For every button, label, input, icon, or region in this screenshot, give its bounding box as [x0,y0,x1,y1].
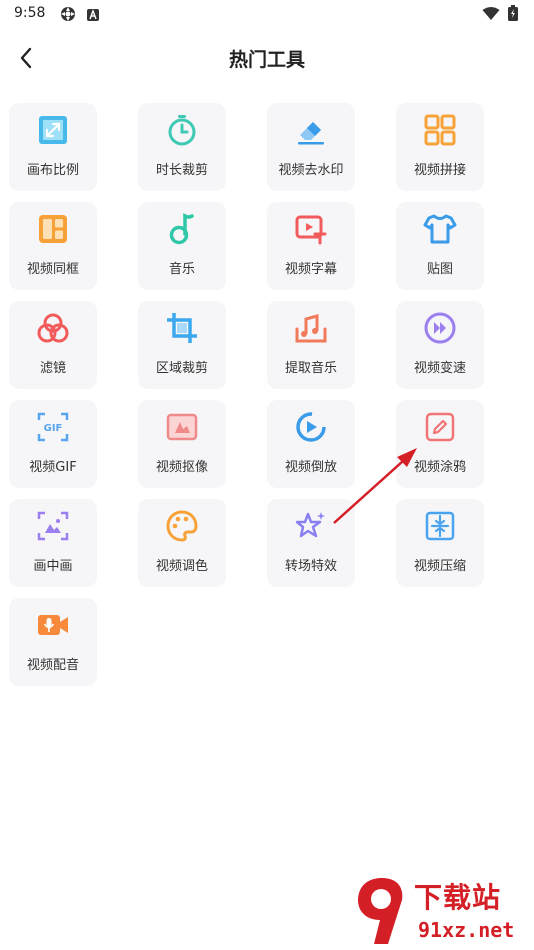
tool-label: 贴图 [426,262,453,277]
tool-video-merge[interactable]: 视频拼接 [396,103,484,191]
tool-music[interactable]: 音乐 [138,202,226,290]
grid-icon [423,113,457,147]
tools-grid: 画布比例 时长裁剪 视频去水印 视频拼接 视频同框 音乐 视频字幕 贴图 滤镜 … [9,103,484,686]
app-a-icon [86,7,100,26]
battery-charging-icon [508,5,518,25]
tool-label: 视频去水印 [278,163,344,178]
timer-icon [165,113,199,147]
settings-gear-icon [60,6,76,26]
tool-label: 视频拼接 [413,163,466,178]
eraser-icon [294,113,328,147]
tool-label: 视频配音 [26,658,79,673]
tool-video-subtitle[interactable]: 视频字幕 [267,202,355,290]
compress-icon [423,509,457,543]
tool-label: 视频GIF [29,460,77,475]
music-note-icon [165,212,199,246]
shirt-icon [423,212,457,246]
tool-label: 提取音乐 [284,361,337,376]
svg-text:GIF: GIF [44,423,63,434]
tool-video-compress[interactable]: 视频压缩 [396,499,484,587]
tool-video-speed[interactable]: 视频变速 [396,301,484,389]
tool-label: 时长裁剪 [155,163,208,178]
tool-label: 视频变速 [413,361,466,376]
tool-extract-music[interactable]: 提取音乐 [267,301,355,389]
reverse-play-icon [294,410,328,444]
page-title: 热门工具 [228,49,305,71]
watermark-logo: 下载站 91xz.net [352,870,532,950]
sparkle-star-icon [294,509,328,543]
layout-icon [36,212,70,246]
tool-label: 视频调色 [155,559,208,574]
extract-music-icon [294,311,328,345]
tool-video-doodle[interactable]: 视频涂鸦 [396,400,484,488]
tool-filter[interactable]: 滤镜 [9,301,97,389]
voiceover-icon [36,608,70,642]
subtitle-icon [294,212,328,246]
status-bar: 9:58 [0,0,534,28]
tool-video-same-frame[interactable]: 视频同框 [9,202,97,290]
tool-label: 视频倒放 [284,460,337,475]
tool-video-reverse[interactable]: 视频倒放 [267,400,355,488]
tool-label: 区域裁剪 [155,361,208,376]
filter-icon [36,311,70,345]
status-time: 9:58 [14,5,46,21]
crop-icon [165,311,199,345]
cutout-icon [165,410,199,444]
tool-remove-watermark[interactable]: 视频去水印 [267,103,355,191]
tool-label: 视频抠像 [155,460,208,475]
wifi-icon [482,6,500,25]
gif-icon: GIF [36,410,70,444]
tool-label: 画布比例 [26,163,79,178]
tool-canvas-ratio[interactable]: 画布比例 [9,103,97,191]
tool-label: 画中画 [33,559,73,574]
tool-sticker[interactable]: 贴图 [396,202,484,290]
tool-video-color[interactable]: 视频调色 [138,499,226,587]
tool-label: 视频压缩 [413,559,466,574]
watermark-main-text: 下载站 [414,881,502,914]
palette-icon [165,509,199,543]
tool-label: 视频涂鸦 [413,460,466,475]
pip-icon [36,509,70,543]
tool-label: 转场特效 [284,559,337,574]
doodle-icon [423,410,457,444]
tool-video-gif[interactable]: GIF 视频GIF [9,400,97,488]
speed-icon [423,311,457,345]
header: 热门工具 [0,36,534,80]
tool-transition-effects[interactable]: 转场特效 [267,499,355,587]
tool-label: 音乐 [168,262,195,277]
canvas-ratio-icon [36,113,70,147]
tool-label: 视频字幕 [284,262,337,277]
tool-region-crop[interactable]: 区域裁剪 [138,301,226,389]
tool-picture-in-picture[interactable]: 画中画 [9,499,97,587]
tool-label: 滤镜 [39,361,66,376]
tool-video-cutout[interactable]: 视频抠像 [138,400,226,488]
tool-label: 视频同框 [26,262,79,277]
tool-duration-trim[interactable]: 时长裁剪 [138,103,226,191]
tool-video-voiceover[interactable]: 视频配音 [9,598,97,686]
watermark-url-text: 91xz.net [418,918,515,942]
